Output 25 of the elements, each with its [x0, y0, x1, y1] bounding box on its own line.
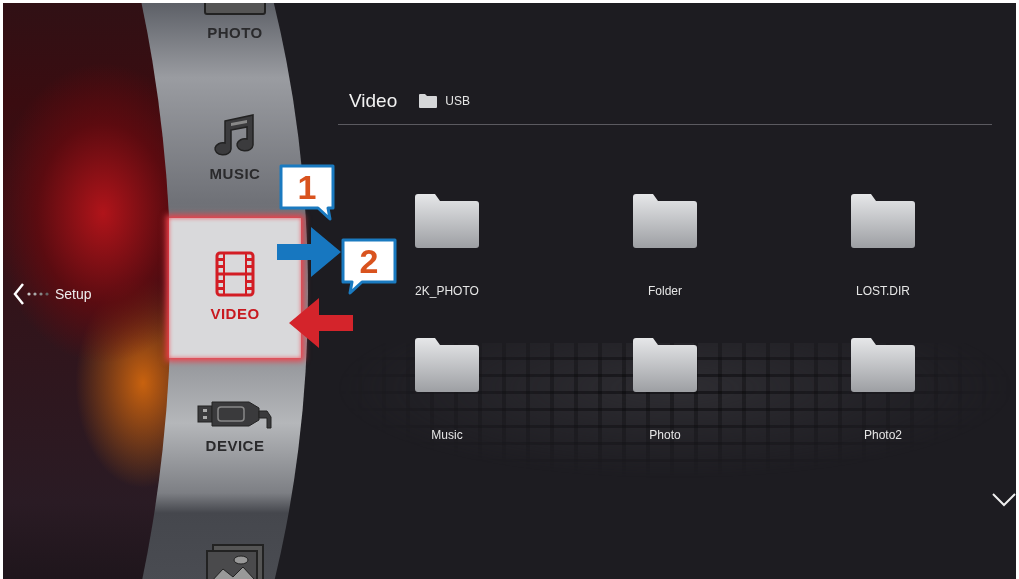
folder-item[interactable]: Folder: [556, 193, 774, 300]
folder-icon: [633, 337, 697, 392]
film-strip-icon: [215, 250, 255, 297]
folder-item[interactable]: Music: [338, 337, 556, 444]
folder-icon: [851, 193, 915, 248]
folder-item[interactable]: Photo2: [774, 337, 992, 444]
source-button[interactable]: USB: [419, 92, 470, 111]
page-title: Video: [349, 89, 398, 113]
usb-plug-icon: [197, 398, 273, 429]
callout-bubble: 1: [278, 163, 336, 223]
folder-item[interactable]: LOST.DIR: [774, 193, 992, 300]
scroll-down-button[interactable]: [992, 493, 1016, 507]
folder-icon: [415, 193, 479, 248]
folder-icon: [633, 193, 697, 248]
folder-icon: [851, 337, 915, 392]
chevron-down-icon: [992, 493, 1016, 507]
callout-bubble: 2: [340, 237, 398, 297]
menu-item[interactable]: VIDEO: [169, 218, 301, 358]
pictures-icon: [205, 543, 265, 579]
menu-item[interactable]: DEVICE: [169, 358, 301, 498]
setup-back-button[interactable]: Setup: [13, 283, 92, 305]
folder-icon: [415, 337, 479, 392]
folder-icon: [419, 94, 438, 109]
back-icon: [13, 283, 49, 305]
folder-item[interactable]: Photo: [556, 337, 774, 444]
